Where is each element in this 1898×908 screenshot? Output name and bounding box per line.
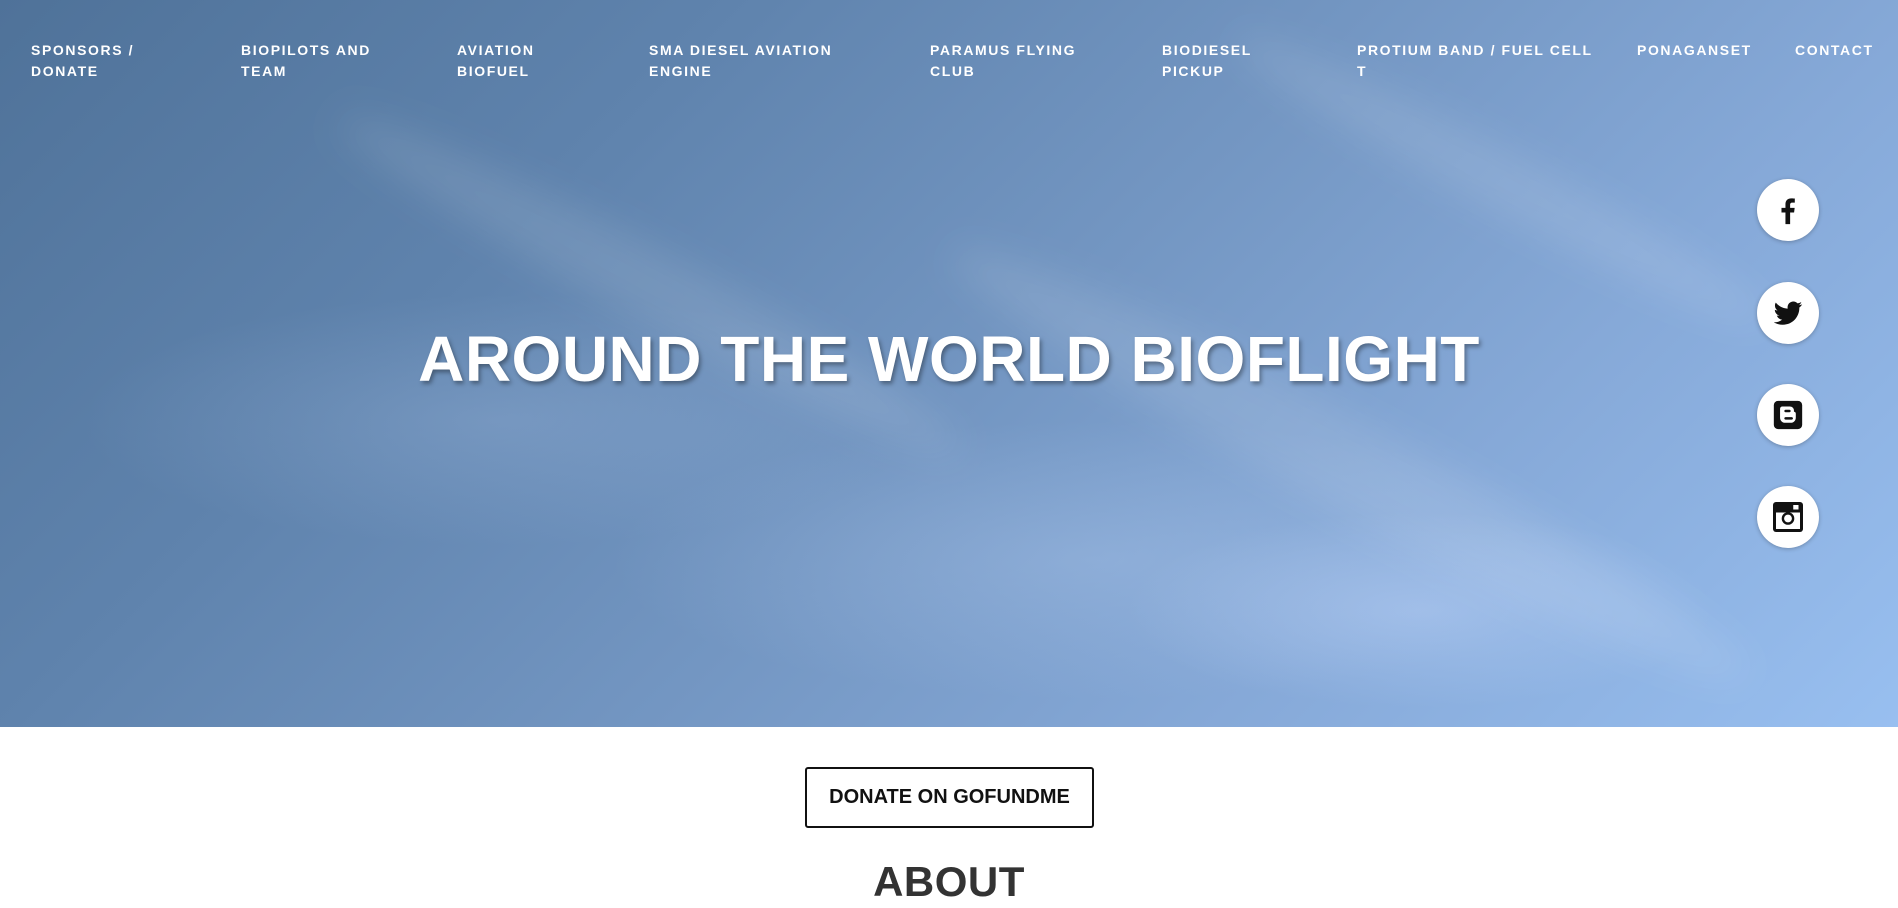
about-heading: ABOUT xyxy=(873,858,1025,905)
nav-item-ponaganset[interactable]: PONAGANSET xyxy=(1637,40,1752,61)
blogger-button[interactable] xyxy=(1757,384,1819,446)
facebook-button[interactable] xyxy=(1757,179,1819,241)
nav-item-label: PICKUP xyxy=(1162,63,1225,79)
nav-item-protium-band[interactable]: PROTIUM BAND / FUEL CELL T xyxy=(1357,40,1593,82)
nav-item-label: PONAGANSET xyxy=(1637,42,1752,58)
facebook-icon xyxy=(1781,198,1795,225)
twitter-icon xyxy=(1773,301,1803,325)
nav-item-label: CLUB xyxy=(930,63,976,79)
nav-item-label: ENGINE xyxy=(649,63,713,79)
cloud-streak xyxy=(931,214,1769,716)
nav-item-aviation-biofuel[interactable]: AVIATION BIOFUEL xyxy=(457,40,535,82)
nav-item-label: BIODIESEL xyxy=(1162,42,1252,58)
main-nav: SPONSORS / DONATE BIOPILOTS AND TEAM AVI… xyxy=(0,40,1898,90)
instagram-icon xyxy=(1773,502,1803,532)
nav-item-label: AVIATION xyxy=(457,42,535,58)
nav-item-label: T xyxy=(1357,63,1368,79)
nav-item-label: TEAM xyxy=(241,63,288,79)
nav-item-contact[interactable]: CONTACT xyxy=(1795,40,1874,61)
nav-item-label: PROTIUM BAND / FUEL CELL xyxy=(1357,42,1593,58)
nav-item-sponsors-donate[interactable]: SPONSORS / DONATE xyxy=(31,40,134,82)
twitter-button[interactable] xyxy=(1757,282,1819,344)
cloud-streak xyxy=(324,89,976,481)
nav-item-label: BIOPILOTS AND xyxy=(241,42,371,58)
nav-item-label: BIOFUEL xyxy=(457,63,530,79)
hero-title: AROUND THE WORLD BIOFLIGHT xyxy=(418,323,1480,395)
nav-item-paramus-flying-club[interactable]: PARAMUS FLYING CLUB xyxy=(930,40,1076,82)
blogger-icon xyxy=(1773,400,1803,430)
nav-item-label: SPONSORS / xyxy=(31,42,135,58)
nav-item-label: DONATE xyxy=(31,63,99,79)
hero-section: SPONSORS / DONATE BIOPILOTS AND TEAM AVI… xyxy=(0,0,1898,727)
nav-item-label: CONTACT xyxy=(1795,42,1874,58)
nav-item-biodiesel-pickup[interactable]: BIODIESEL PICKUP xyxy=(1162,40,1252,82)
instagram-button[interactable] xyxy=(1757,486,1819,548)
nav-item-label: PARAMUS FLYING xyxy=(930,42,1077,58)
nav-item-label: SMA DIESEL AVIATION xyxy=(649,42,833,58)
nav-item-sma-diesel-engine[interactable]: SMA DIESEL AVIATION ENGINE xyxy=(649,40,832,82)
donate-gofundme-button[interactable]: DONATE ON GOFUNDME xyxy=(805,767,1094,828)
nav-item-biopilots-team[interactable]: BIOPILOTS AND TEAM xyxy=(241,40,371,82)
